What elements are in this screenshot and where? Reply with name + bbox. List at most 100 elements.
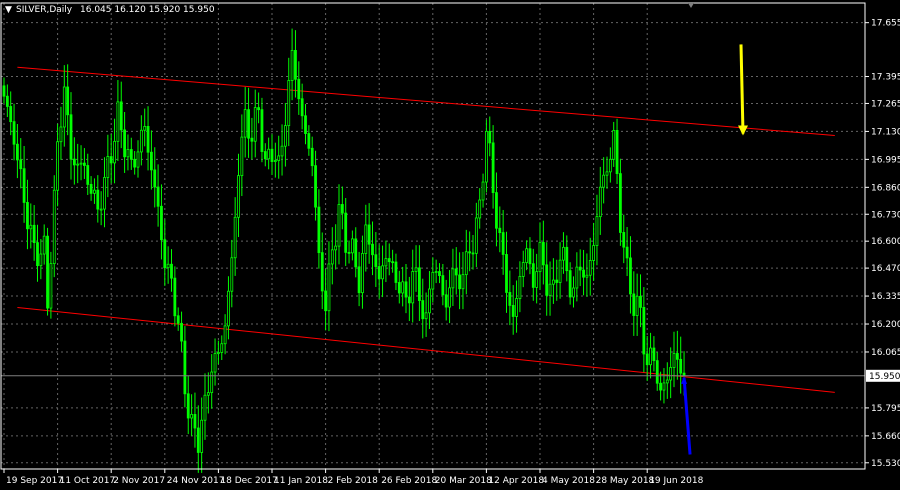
candle	[297, 61, 301, 115]
x-tick-label: 20 Mar 2018	[435, 476, 492, 486]
candle	[320, 232, 324, 310]
candle	[263, 143, 267, 167]
candle	[555, 259, 559, 301]
candle	[76, 143, 80, 184]
candle	[210, 354, 214, 409]
candle	[639, 274, 642, 328]
candle	[206, 372, 210, 414]
y-tick-label: 15.795	[871, 404, 900, 414]
candle	[280, 124, 284, 176]
price-chart[interactable]: 15.950 17.655 17.395 17.265 17.130 16.995 16.…	[0, 0, 900, 490]
candle	[5, 84, 9, 118]
candle	[558, 242, 562, 299]
candle	[257, 92, 261, 124]
candle	[371, 221, 374, 276]
candle	[619, 158, 622, 246]
candle	[267, 137, 271, 170]
candle	[531, 248, 535, 301]
candle	[146, 106, 150, 171]
candle	[649, 332, 652, 379]
candle	[139, 115, 143, 166]
y-tick-label: 17.130	[871, 127, 900, 137]
y-tick-label: 16.200	[871, 320, 900, 330]
candle	[153, 147, 157, 208]
candle	[679, 336, 683, 394]
candle	[612, 121, 616, 167]
candle	[304, 103, 307, 145]
candle	[176, 307, 180, 331]
candle	[364, 204, 368, 272]
candle	[89, 176, 93, 201]
candle	[314, 150, 317, 221]
candle	[585, 253, 589, 297]
candle	[72, 137, 76, 185]
trendline[interactable]	[17, 66, 835, 137]
candle	[32, 205, 36, 261]
y-tick-label: 16.860	[871, 183, 900, 193]
chart-window: 15.950 17.655 17.395 17.265 17.130 16.995 16.…	[0, 0, 900, 490]
candle	[294, 30, 297, 98]
candle	[166, 246, 170, 284]
candle	[635, 273, 639, 336]
candle	[29, 203, 33, 249]
candle	[552, 258, 555, 304]
candle	[568, 262, 572, 305]
x-tick-label: 2 Nov 2017	[113, 476, 165, 486]
ohlc-label: 16.045 16.120 15.920 15.950	[80, 5, 215, 15]
candle	[592, 222, 595, 281]
candle	[675, 330, 679, 380]
candle	[625, 227, 629, 277]
candle	[327, 241, 331, 332]
candle	[451, 248, 455, 306]
arrow-down-blue-icon[interactable]	[681, 375, 692, 455]
candle	[438, 263, 441, 284]
candle	[652, 336, 656, 372]
candle	[448, 270, 451, 324]
arrow-down-yellow-icon[interactable]	[738, 44, 748, 136]
y-tick-label: 16.065	[871, 348, 900, 358]
candle	[404, 264, 408, 314]
candle	[645, 335, 649, 381]
candle	[538, 222, 542, 290]
candle	[575, 252, 579, 302]
candle	[642, 287, 646, 373]
candle	[233, 197, 237, 276]
candle	[324, 269, 328, 331]
candle	[367, 203, 371, 264]
candle	[160, 184, 163, 260]
candle	[12, 103, 16, 161]
header-arrow-icon[interactable]: ▼	[5, 5, 12, 15]
candle	[15, 124, 19, 179]
candle	[103, 157, 106, 228]
candle	[42, 224, 46, 265]
y-tick-label: 16.335	[871, 292, 900, 302]
candle	[317, 189, 321, 269]
chart-header: ▼ SILVER,Daily 16.045 16.120 15.920 15.9…	[5, 5, 215, 15]
shift-marker-icon[interactable]	[688, 3, 694, 8]
candle	[441, 263, 445, 306]
candle	[508, 270, 512, 326]
candle	[414, 245, 418, 292]
candle	[133, 150, 137, 175]
candle	[377, 244, 381, 299]
x-tick-label: 18 Dec 2017	[220, 476, 278, 486]
candle	[307, 125, 311, 156]
candle	[200, 397, 204, 473]
candle	[149, 130, 153, 190]
current-price-label: 15.950	[869, 372, 900, 382]
candle	[59, 106, 63, 160]
candle	[243, 86, 247, 158]
candle	[46, 227, 49, 316]
y-tick-label: 16.600	[871, 237, 900, 247]
candle	[116, 80, 120, 162]
candle	[247, 87, 250, 158]
candle	[391, 249, 395, 273]
candle	[62, 65, 66, 147]
y-tick-label: 15.530	[871, 459, 900, 469]
candle	[357, 251, 361, 307]
candle	[394, 253, 398, 291]
current-price-line-group: 15.950	[1, 369, 900, 382]
candle	[434, 259, 438, 284]
candle	[119, 81, 123, 149]
candle	[173, 266, 177, 327]
